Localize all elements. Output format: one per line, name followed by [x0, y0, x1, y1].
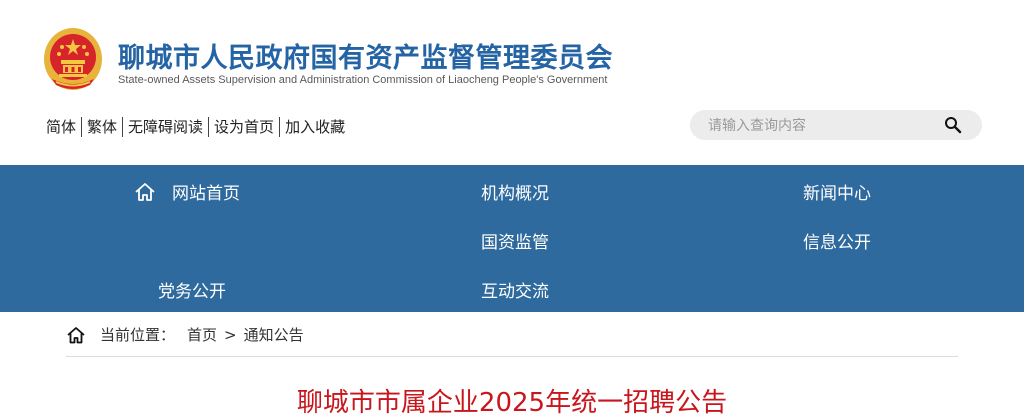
- traditional-chinese-link[interactable]: 繁体: [87, 116, 117, 137]
- util-divider: [279, 116, 281, 137]
- home-icon: [135, 182, 155, 201]
- search-input[interactable]: [706, 115, 935, 137]
- article-title: 聊城市市属企业2025年统一招聘公告: [296, 388, 728, 418]
- nav-item-disclosure[interactable]: 信息公开: [803, 228, 871, 253]
- utility-links: 简体 繁体 无障碍阅读 设为首页 加入收藏: [46, 116, 345, 137]
- national-emblem-icon: [44, 28, 102, 90]
- util-divider: [122, 116, 124, 137]
- accessibility-link[interactable]: 无障碍阅读: [128, 116, 203, 137]
- nav-item-label: 网站首页: [172, 184, 240, 204]
- breadcrumb: 当前位置： 首页 > 通知公告: [66, 324, 304, 345]
- nav-item-home[interactable]: 网站首页: [134, 179, 240, 204]
- home-icon: [67, 326, 85, 343]
- util-divider: [81, 116, 83, 137]
- nav-item-news[interactable]: 新闻中心: [803, 179, 871, 204]
- util-divider: [208, 116, 210, 137]
- site-header: 聊城市人民政府国有资产监督管理委员会 State-owned Assets Su…: [0, 0, 1024, 165]
- search-box: [690, 110, 982, 140]
- site-subtitle: State-owned Assets Supervision and Admin…: [118, 74, 608, 86]
- search-icon[interactable]: [944, 116, 962, 134]
- nav-item-supervision[interactable]: 国资监管: [481, 228, 549, 253]
- breadcrumb-home-link[interactable]: 首页: [187, 324, 217, 345]
- breadcrumb-divider: [66, 356, 958, 357]
- add-favorites-link[interactable]: 加入收藏: [285, 116, 345, 137]
- main-nav: 网站首页 机构概况 新闻中心 国资监管 信息公开 党务公开 互动交流: [0, 165, 1024, 312]
- nav-item-about[interactable]: 机构概况: [481, 179, 549, 204]
- site-title: 聊城市人民政府国有资产监督管理委员会: [118, 43, 613, 74]
- breadcrumb-separator: >: [224, 325, 237, 344]
- simplified-chinese-link[interactable]: 简体: [46, 116, 76, 137]
- set-homepage-link[interactable]: 设为首页: [214, 116, 274, 137]
- breadcrumb-label: 当前位置：: [100, 326, 176, 344]
- nav-item-interaction[interactable]: 互动交流: [481, 277, 549, 302]
- nav-item-party-affairs[interactable]: 党务公开: [158, 277, 226, 302]
- breadcrumb-current[interactable]: 通知公告: [244, 324, 304, 345]
